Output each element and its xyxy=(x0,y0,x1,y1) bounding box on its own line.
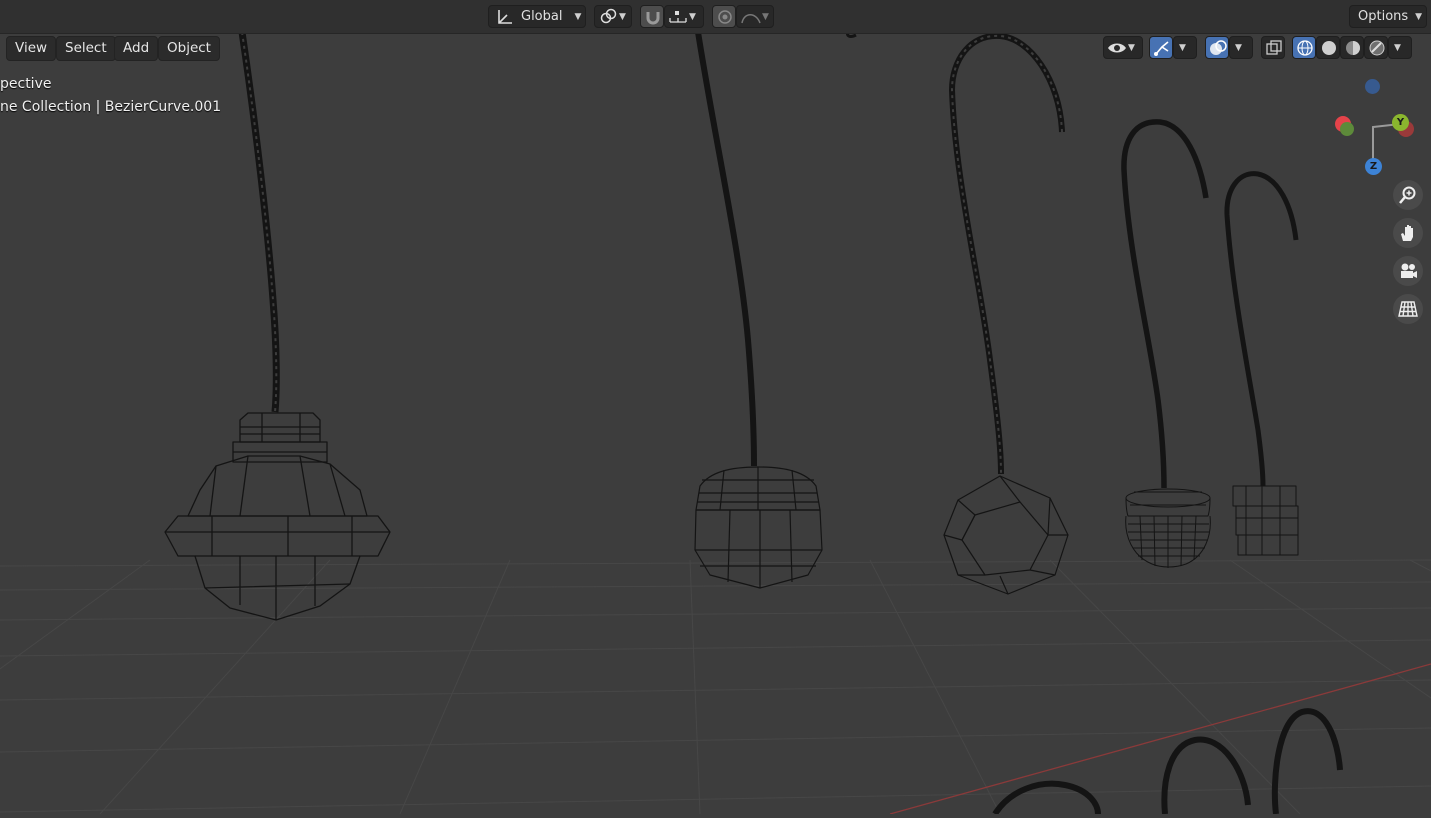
lamp-large-faceted[interactable] xyxy=(164,31,391,621)
zoom-icon xyxy=(1399,186,1416,204)
lamp-ball-hook[interactable] xyxy=(943,32,1069,595)
viewport-header: Global ▼ ▼ ▼ ▼ Options ▼ xyxy=(0,0,1431,34)
camera-view-button[interactable] xyxy=(1393,256,1423,286)
snap-toggle[interactable] xyxy=(640,5,664,28)
lamp-drum[interactable] xyxy=(694,31,823,589)
rendered-sphere-icon xyxy=(1369,40,1385,55)
xray-icon xyxy=(1266,39,1282,55)
hand-icon xyxy=(1401,225,1413,241)
gizmo-neg-z-ball[interactable] xyxy=(1365,79,1380,94)
shading-rendered-button[interactable] xyxy=(1364,36,1388,59)
overlays-dropdown[interactable]: ▼ xyxy=(1229,36,1253,59)
options-label: Options xyxy=(1358,9,1409,24)
proportional-editing-toggle[interactable] xyxy=(712,5,736,28)
navigation-gizmo[interactable]: Y Z xyxy=(1330,72,1425,182)
options-dropdown[interactable]: Options ▼ xyxy=(1349,5,1427,28)
falloff-curve-icon xyxy=(741,13,761,23)
view-name: pective xyxy=(0,76,52,92)
lamp-dome-hook[interactable] xyxy=(1121,119,1211,568)
falloff-dropdown[interactable]: ▼ xyxy=(736,5,774,28)
gizmo-dropdown[interactable]: ▼ xyxy=(1173,36,1197,59)
visibility-dropdown[interactable]: ▼ xyxy=(1103,36,1143,59)
material-sphere-icon xyxy=(1346,40,1360,55)
snap-target-dropdown[interactable]: ▼ xyxy=(664,5,704,28)
chevron-down-icon: ▼ xyxy=(619,11,626,22)
chevron-down-icon: ▼ xyxy=(1415,11,1423,22)
chevron-down-icon: ▼ xyxy=(689,11,696,22)
menu-object[interactable]: Object xyxy=(158,36,220,61)
xray-toggle[interactable] xyxy=(1261,36,1285,59)
shading-dropdown[interactable]: ▼ xyxy=(1388,36,1412,59)
shading-solid-button[interactable] xyxy=(1316,36,1340,59)
zoom-button[interactable] xyxy=(1393,180,1423,210)
link-icon xyxy=(600,8,617,23)
ortho-toggle-button[interactable] xyxy=(1393,294,1423,324)
wireframe-sphere-icon xyxy=(1297,39,1313,56)
chevron-down-icon: ▼ xyxy=(1394,42,1401,53)
camera-icon xyxy=(1401,263,1417,278)
overlays-icon xyxy=(1210,39,1227,55)
shading-material-button[interactable] xyxy=(1340,36,1364,59)
gizmo-icon xyxy=(1154,40,1169,56)
overlays-toggle[interactable] xyxy=(1205,36,1229,59)
magnet-icon xyxy=(646,11,660,24)
snap-increment-icon xyxy=(669,10,687,23)
transform-orientation-dropdown[interactable]: Global ▼ xyxy=(488,5,586,28)
floor-grid xyxy=(0,559,1431,815)
gizmo-y-ball[interactable]: Y xyxy=(1392,114,1409,131)
proportional-circle-icon xyxy=(718,9,732,24)
eye-icon xyxy=(1108,43,1126,52)
pan-button[interactable] xyxy=(1393,218,1423,248)
3d-viewport[interactable] xyxy=(0,0,1431,816)
orientation-axes-icon xyxy=(498,9,512,24)
collection-path: ne Collection | BezierCurve.001 xyxy=(0,99,222,115)
grid-icon xyxy=(1398,301,1418,317)
gizmo-neg-y-ball[interactable] xyxy=(1340,122,1354,136)
pivot-point-dropdown[interactable]: ▼ xyxy=(594,5,632,28)
chevron-down-icon: ▼ xyxy=(574,11,582,22)
viewport-canvas[interactable] xyxy=(0,0,1431,816)
chevron-down-icon: ▼ xyxy=(1128,42,1135,53)
shading-wireframe-button[interactable] xyxy=(1292,36,1316,59)
chevron-down-icon: ▼ xyxy=(762,11,769,22)
menu-add[interactable]: Add xyxy=(114,36,159,61)
gizmo-z-ball[interactable]: Z xyxy=(1365,158,1382,175)
menu-select[interactable]: Select xyxy=(56,36,116,61)
chevron-down-icon: ▼ xyxy=(1235,42,1242,53)
menu-view[interactable]: View xyxy=(6,36,57,61)
solid-sphere-icon xyxy=(1322,40,1336,55)
orientation-label: Global xyxy=(521,9,563,24)
gizmo-toggle[interactable] xyxy=(1149,36,1173,59)
foreground-hooks[interactable] xyxy=(992,708,1343,816)
chevron-down-icon: ▼ xyxy=(1179,42,1186,53)
lamp-cylinder-hook[interactable] xyxy=(1224,171,1299,556)
